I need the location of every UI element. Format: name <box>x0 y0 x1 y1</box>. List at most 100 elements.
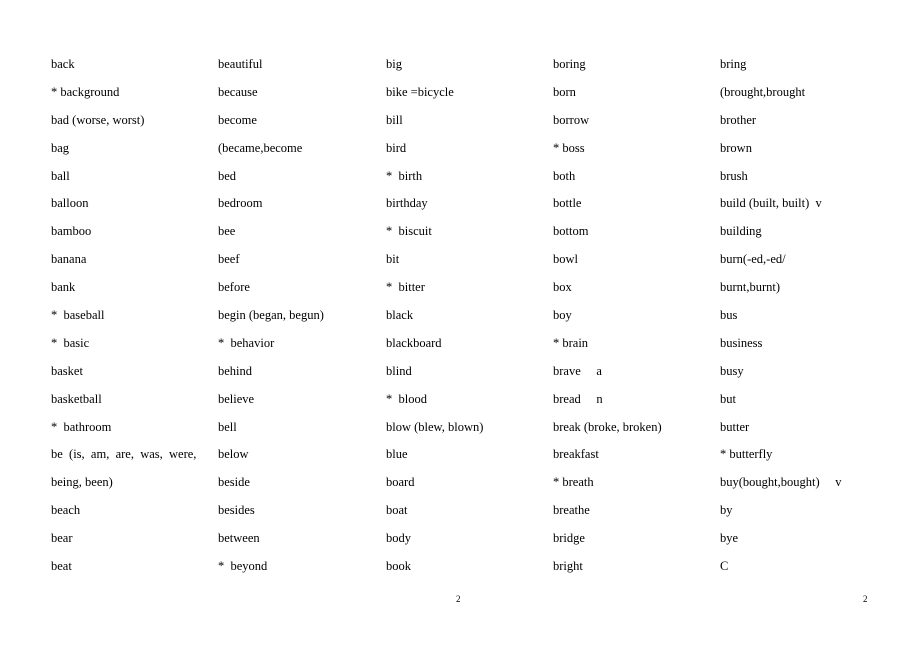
word-entry: between <box>218 531 260 546</box>
word-entry: behind <box>218 363 253 378</box>
word-entry: board <box>386 475 415 490</box>
word-entry: being, been) <box>51 475 113 490</box>
word-entry: * biscuit <box>386 224 432 239</box>
word-entry: bear <box>51 531 73 546</box>
word-entry: breakfast <box>553 447 599 462</box>
word-entry: build (built, built) v <box>720 196 822 211</box>
word-column-1: back * background bad (worse, worst) bag bal… <box>51 51 196 581</box>
word-entry: believe <box>218 391 255 406</box>
word-entry: break (broke, broken) <box>553 419 662 434</box>
word-entry: boat <box>386 503 408 518</box>
word-entry: beach <box>51 503 81 518</box>
word-entry: burnt,burnt) <box>720 280 781 295</box>
word-entry: black <box>386 308 414 323</box>
word-entry: brown <box>720 140 752 155</box>
word-entry: basket <box>51 363 83 378</box>
word-entry: * bitter <box>386 280 425 295</box>
word-entry: besides <box>218 503 255 518</box>
word-entry: building <box>720 224 762 239</box>
word-entry: * basic <box>51 335 90 350</box>
word-entry: book <box>386 559 411 574</box>
word-entry: blow (blew, blown) <box>386 419 484 434</box>
word-entry: beat <box>51 559 72 574</box>
word-entry: bill <box>386 112 403 127</box>
word-entry: bright <box>553 559 583 574</box>
word-entry: because <box>218 84 258 99</box>
word-entry: blackboard <box>386 335 442 350</box>
word-entry: begin (began, begun) <box>218 308 324 323</box>
word-entry: bread n <box>553 391 603 406</box>
word-entry: * beyond <box>218 559 268 574</box>
word-entry: both <box>553 168 576 183</box>
word-entry: * brain <box>553 335 589 350</box>
word-entry: bottom <box>553 224 589 239</box>
word-entry: bye <box>720 531 739 546</box>
word-entry: bamboo <box>51 224 92 239</box>
word-entry: business <box>720 335 763 350</box>
word-entry: birthday <box>386 196 428 211</box>
word-entry: blind <box>386 363 412 378</box>
word-entry: blue <box>386 447 408 462</box>
word-entry: borrow <box>553 112 590 127</box>
word-entry: box <box>553 280 572 295</box>
word-entry: C <box>720 559 729 574</box>
word-entry: * blood <box>386 391 427 406</box>
word-entry: buy(bought,bought) v <box>720 475 842 490</box>
word-entry: be (is, am, are, was, were, <box>51 447 197 462</box>
word-entry: bowl <box>553 252 578 267</box>
word-entry: breathe <box>553 503 590 518</box>
word-entry: bed <box>218 168 237 183</box>
word-entry: by <box>720 503 733 518</box>
word-entry: back <box>51 57 75 71</box>
word-entry: bus <box>720 308 738 323</box>
word-entry: beautiful <box>218 57 263 71</box>
word-entry: * butterfly <box>720 447 773 462</box>
word-column-2: beautiful because become (became,become bed b… <box>218 51 324 581</box>
word-entry: bag <box>51 140 70 155</box>
word-entry: brave a <box>553 363 602 378</box>
word-column-3: big bike =bicycle bill bird * birth birthday *… <box>386 51 483 581</box>
word-entry: beef <box>218 252 240 267</box>
word-entry: brother <box>720 112 757 127</box>
word-entry: boy <box>553 308 572 323</box>
word-entry: * birth <box>386 168 423 183</box>
word-entry: body <box>386 531 411 546</box>
word-column-5: bring (brought,brought brother brown brush bu… <box>720 51 842 581</box>
page-number-left: 2 <box>456 594 461 604</box>
word-entry: banana <box>51 252 87 267</box>
word-entry: bottle <box>553 196 582 211</box>
word-column-4: boring born borrow * boss both bottle bottom bo… <box>553 51 662 581</box>
word-entry: bank <box>51 280 76 295</box>
word-entry: butter <box>720 419 750 434</box>
word-entry: below <box>218 447 249 462</box>
word-entry: bad (worse, worst) <box>51 112 145 127</box>
word-entry: big <box>386 57 402 71</box>
word-entry: bit <box>386 252 400 267</box>
word-entry: busy <box>720 363 744 378</box>
word-entry: bedroom <box>218 196 263 211</box>
word-entry: balloon <box>51 196 89 211</box>
word-entry: born <box>553 84 576 99</box>
word-entry: boring <box>553 57 586 71</box>
word-entry: become <box>218 112 257 127</box>
word-entry: (brought,brought <box>720 84 806 99</box>
word-entry: * baseball <box>51 308 105 323</box>
word-entry: ball <box>51 168 70 183</box>
word-entry: * background <box>51 84 120 99</box>
word-entry: but <box>720 391 736 406</box>
word-entry: basketball <box>51 391 102 406</box>
word-entry: brush <box>720 168 748 183</box>
word-entry: burn(-ed,-ed/ <box>720 252 786 267</box>
word-entry: beside <box>218 475 250 490</box>
word-entry: bird <box>386 140 407 155</box>
page-number-right: 2 <box>863 594 868 604</box>
word-entry: * boss <box>553 140 585 155</box>
word-entry: bridge <box>553 531 585 546</box>
word-entry: (became,become <box>218 140 303 155</box>
word-entry: bell <box>218 419 237 434</box>
word-entry: * behavior <box>218 335 275 350</box>
word-entry: * breath <box>553 475 594 490</box>
word-entry: bee <box>218 224 236 239</box>
word-entry: bike =bicycle <box>386 84 454 99</box>
word-entry: bring <box>720 57 747 71</box>
